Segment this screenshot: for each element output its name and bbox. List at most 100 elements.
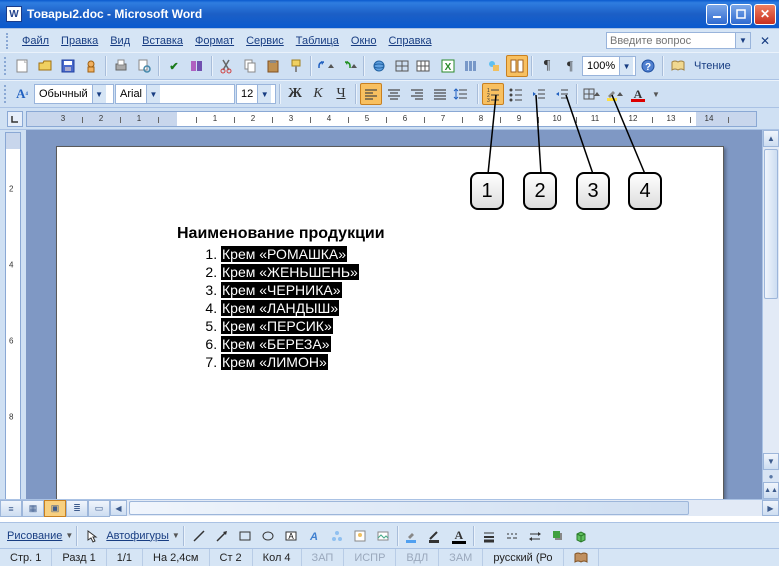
fontsize-combo[interactable]: 12 ▼ <box>236 84 276 104</box>
list-item[interactable]: Крем «ЛАНДЫШ» <box>221 299 385 317</box>
align-center-button[interactable] <box>383 83 405 105</box>
help-question-input[interactable] <box>606 32 736 49</box>
web-view-button[interactable]: ▦ <box>22 500 44 517</box>
drawing-menu[interactable]: Рисование <box>5 530 64 542</box>
font-combo[interactable]: Arial ▼ <box>115 84 235 104</box>
horizontal-scrollbar[interactable]: ◀ ▶ <box>110 500 779 516</box>
styles-pane-button[interactable]: A⁴ <box>11 83 33 105</box>
browse-object-button[interactable]: ● <box>763 470 779 482</box>
line-button[interactable] <box>188 525 210 547</box>
bold-button[interactable]: Ж <box>284 83 306 105</box>
maximize-button[interactable] <box>730 4 752 25</box>
show-all-button[interactable]: ¶ <box>559 55 581 77</box>
vertical-scrollbar[interactable]: ▲ ▼ ● ▲▲ ▼▼ <box>762 130 779 516</box>
list-item[interactable]: Крем «РОМАШКА» <box>221 245 385 263</box>
decrease-indent-button[interactable] <box>528 83 550 105</box>
tables-borders-button[interactable] <box>391 55 413 77</box>
list-item[interactable]: Крем «ЖЕНЬШЕНЬ» <box>221 263 385 281</box>
menu-help[interactable]: Справка <box>382 33 437 49</box>
diagram-button[interactable] <box>326 525 348 547</box>
list-item[interactable]: Крем «ЛИМОН» <box>221 353 385 371</box>
menu-table[interactable]: Таблица <box>290 33 345 49</box>
copy-button[interactable] <box>239 55 261 77</box>
underline-button[interactable]: Ч <box>330 83 352 105</box>
list-item[interactable]: Крем «ЧЕРНИКА» <box>221 281 385 299</box>
menu-file[interactable]: Файл <box>16 33 55 49</box>
redo-button[interactable] <box>338 55 360 77</box>
insert-table-button[interactable] <box>414 55 436 77</box>
rectangle-button[interactable] <box>234 525 256 547</box>
help-button[interactable]: ? <box>637 55 659 77</box>
normal-view-button[interactable]: ≡ <box>0 500 22 517</box>
document-close-button[interactable]: ✕ <box>757 33 773 49</box>
style-combo[interactable]: Обычный ▼ <box>34 84 114 104</box>
menu-view[interactable]: Вид <box>104 33 136 49</box>
read-mode-button[interactable] <box>667 55 689 77</box>
autoshapes-menu[interactable]: Автофигуры <box>104 530 171 542</box>
research-button[interactable] <box>186 55 208 77</box>
oval-button[interactable] <box>257 525 279 547</box>
borders-button[interactable] <box>581 83 603 105</box>
open-button[interactable] <box>34 55 56 77</box>
scroll-down-button[interactable]: ▼ <box>763 453 779 470</box>
font-color-button[interactable]: A <box>627 83 649 105</box>
new-document-button[interactable] <box>11 55 33 77</box>
undo-button[interactable] <box>315 55 337 77</box>
italic-button[interactable]: К <box>307 83 329 105</box>
zoom-combo[interactable]: 100% ▼ <box>582 56 636 76</box>
numbered-list-button[interactable]: 123 <box>482 83 504 105</box>
clipart-button[interactable] <box>349 525 371 547</box>
columns-button[interactable] <box>460 55 482 77</box>
list-item[interactable]: Крем «БЕРЕЗА» <box>221 335 385 353</box>
align-justify-button[interactable] <box>429 83 451 105</box>
line-spacing-button[interactable] <box>452 83 474 105</box>
font-color-dropdown[interactable]: ▼ <box>650 83 662 105</box>
format-painter-button[interactable] <box>285 55 307 77</box>
menu-tools[interactable]: Сервис <box>240 33 290 49</box>
wordart-button[interactable]: A <box>303 525 325 547</box>
status-trk[interactable]: ИСПР <box>344 549 396 566</box>
show-hide-button[interactable]: ¶ <box>536 55 558 77</box>
hyperlink-button[interactable] <box>368 55 390 77</box>
spellcheck-button[interactable]: ✔ <box>163 55 185 77</box>
save-button[interactable] <box>57 55 79 77</box>
close-button[interactable]: ✕ <box>754 4 776 25</box>
3d-button[interactable] <box>570 525 592 547</box>
scroll-left-button[interactable]: ◀ <box>110 500 127 516</box>
arrow-style-button[interactable] <box>524 525 546 547</box>
align-left-button[interactable] <box>360 83 382 105</box>
select-objects-button[interactable] <box>81 525 103 547</box>
prev-page-button[interactable]: ▲▲ <box>763 482 779 499</box>
outline-view-button[interactable]: ≣ <box>66 500 88 517</box>
drawing-button[interactable] <box>483 55 505 77</box>
print-layout-view-button[interactable]: ▣ <box>44 500 66 517</box>
paste-button[interactable] <box>262 55 284 77</box>
permission-button[interactable] <box>80 55 102 77</box>
list-item[interactable]: Крем «ПЕРСИК» <box>221 317 385 335</box>
print-preview-button[interactable] <box>133 55 155 77</box>
status-book-icon[interactable] <box>564 549 599 566</box>
line-style-button[interactable] <box>478 525 500 547</box>
status-rec[interactable]: ЗАП <box>302 549 345 566</box>
dash-style-button[interactable] <box>501 525 523 547</box>
align-right-button[interactable] <box>406 83 428 105</box>
excel-button[interactable]: X <box>437 55 459 77</box>
picture-button[interactable] <box>372 525 394 547</box>
tab-stop-selector[interactable] <box>7 111 23 127</box>
vertical-ruler[interactable]: 2468 <box>5 132 21 516</box>
horizontal-ruler[interactable]: 3211234567891011121314 ⬆ <box>26 111 757 127</box>
menu-window[interactable]: Окно <box>345 33 383 49</box>
read-mode-label[interactable]: Чтение <box>690 60 735 72</box>
menu-format[interactable]: Формат <box>189 33 240 49</box>
print-button[interactable] <box>110 55 132 77</box>
minimize-button[interactable] <box>706 4 728 25</box>
fill-color-button[interactable] <box>402 525 424 547</box>
status-ovr[interactable]: ЗАМ <box>439 549 483 566</box>
scroll-up-button[interactable]: ▲ <box>763 130 779 147</box>
textbox-button[interactable]: A <box>280 525 302 547</box>
menu-insert[interactable]: Вставка <box>136 33 189 49</box>
reading-view-button[interactable]: ▭ <box>88 500 110 517</box>
arrow-button[interactable] <box>211 525 233 547</box>
increase-indent-button[interactable] <box>551 83 573 105</box>
document-map-button[interactable] <box>506 55 528 77</box>
